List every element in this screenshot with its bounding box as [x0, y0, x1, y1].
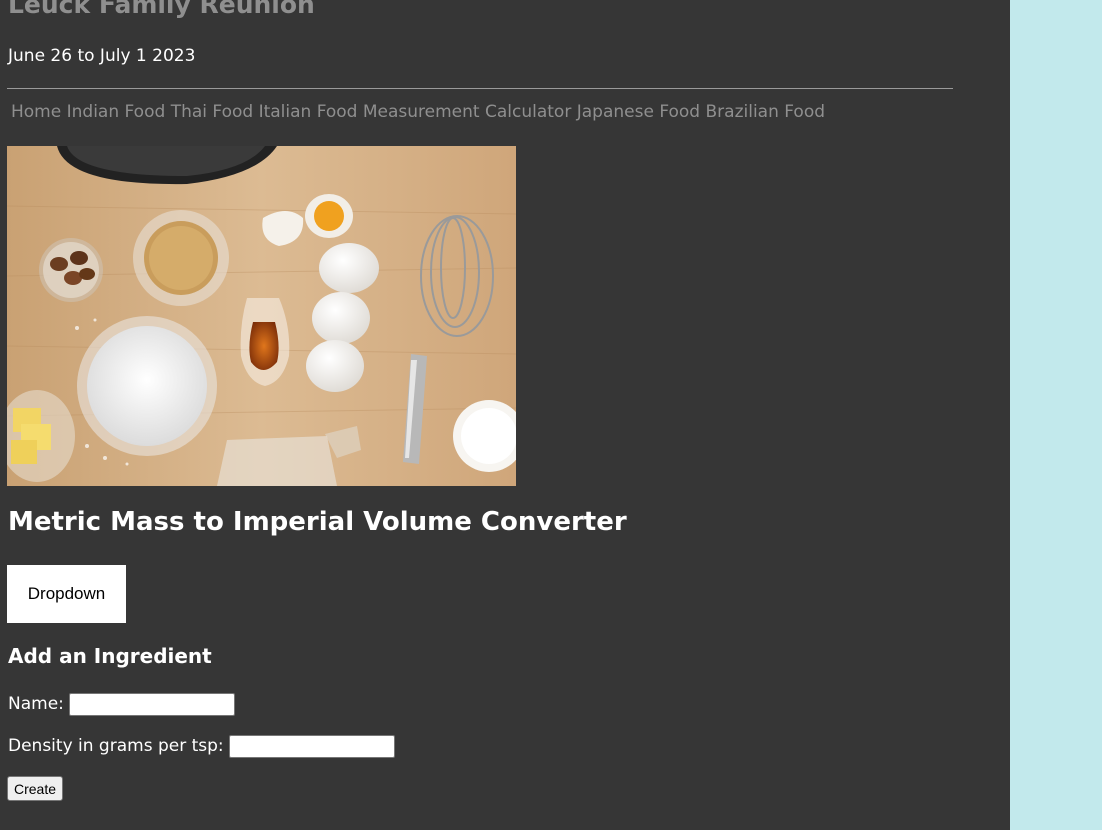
baking-ingredients-image — [7, 146, 516, 486]
add-ingredient-heading: Add an Ingredient — [8, 644, 212, 668]
density-input[interactable] — [228, 734, 395, 758]
name-label: Name: — [8, 694, 64, 714]
density-field-row: Density in grams per tsp: — [8, 734, 395, 758]
nav-link-japanese-food[interactable]: Japanese Food — [577, 102, 700, 122]
name-field-row: Name: — [8, 692, 235, 716]
dropdown-button[interactable]: Dropdown — [7, 565, 126, 623]
create-button[interactable]: Create — [7, 776, 64, 801]
name-input[interactable] — [68, 692, 235, 716]
main-nav: Home Indian Food Thai Food Italian Food … — [11, 102, 825, 122]
site-title: Leuck Family Reunion — [8, 0, 315, 19]
nav-link-italian-food[interactable]: Italian Food — [259, 102, 358, 122]
header-divider — [7, 88, 953, 89]
converter-title: Metric Mass to Imperial Volume Converter — [8, 507, 627, 537]
nav-link-indian-food[interactable]: Indian Food — [67, 102, 166, 122]
nav-link-thai-food[interactable]: Thai Food — [171, 102, 253, 122]
page-content: Leuck Family Reunion June 26 to July 1 2… — [0, 0, 1010, 830]
nav-link-brazilian-food[interactable]: Brazilian Food — [706, 102, 826, 122]
nav-link-home[interactable]: Home — [11, 102, 61, 122]
nav-link-measurement-calculator[interactable]: Measurement Calculator — [363, 102, 571, 122]
site-dates: June 26 to July 1 2023 — [8, 46, 196, 66]
density-label: Density in grams per tsp: — [8, 736, 224, 756]
